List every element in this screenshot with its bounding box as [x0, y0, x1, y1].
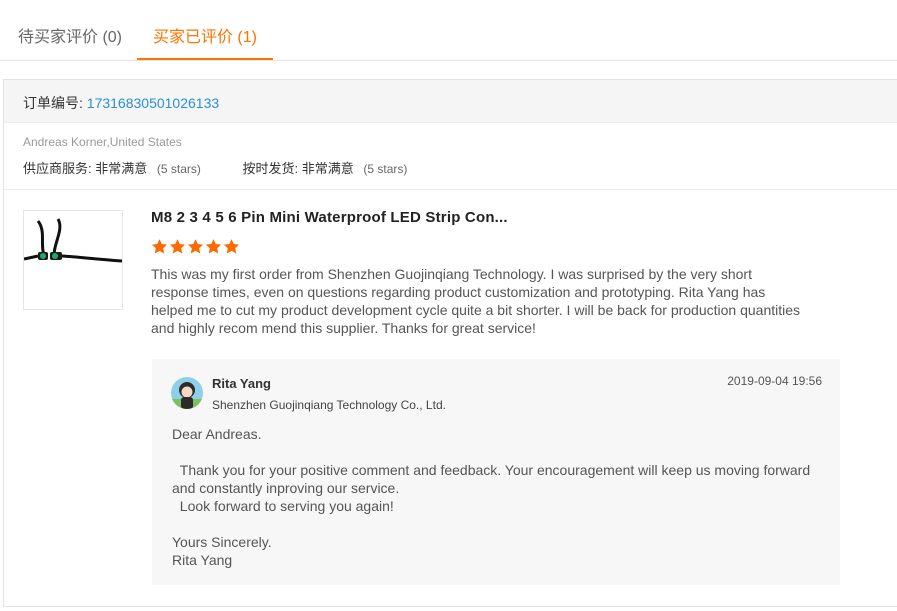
- rating-label: 供应商服务:: [23, 161, 92, 176]
- connector-cable-image: [23, 211, 123, 309]
- product-thumbnail[interactable]: [23, 210, 123, 310]
- rating-value: 非常满意: [95, 161, 148, 176]
- order-number-row: 订单编号: 17316830501026133: [23, 93, 219, 113]
- reply-line: Rita Yang: [172, 552, 233, 568]
- reply-timestamp: 2019-09-04 19:56: [727, 374, 822, 388]
- rating-label: 按时发货:: [242, 161, 299, 176]
- rating-stars-text: (5 stars): [156, 162, 201, 176]
- reply-line: Look forward to serving you again!: [172, 498, 394, 514]
- rating-on-time-delivery: 按时发货: 非常满意 (5 stars): [243, 158, 408, 177]
- buyer-name-location: Andreas Korner,United States: [23, 135, 182, 149]
- star-icon: [151, 239, 168, 254]
- star-icon: [223, 239, 240, 254]
- order-number-link[interactable]: 17316830501026133: [87, 95, 219, 111]
- rating-supplier-service: 供应商服务: 非常满意 (5 stars): [23, 158, 201, 177]
- divider: [4, 189, 897, 190]
- reply-line: Thank you for your positive comment and …: [172, 462, 815, 496]
- avatar: [171, 377, 203, 409]
- review-tabs: 待买家评价 (0) 买家已评价 (1): [0, 0, 897, 61]
- supplier-reply: Rita Yang Shenzhen Guojinqiang Technolog…: [152, 359, 840, 585]
- product-star-rating: [151, 238, 241, 258]
- product-title-link[interactable]: M8 2 3 4 5 6 Pin Mini Waterproof LED Str…: [151, 209, 508, 226]
- reply-line: [172, 443, 822, 461]
- reply-message: Dear Andreas. Thank you for your positiv…: [172, 425, 822, 569]
- supplier-ratings: 供应商服务: 非常满意 (5 stars) 按时发货: 非常满意 (5 star…: [23, 158, 445, 177]
- star-icon: [187, 239, 204, 254]
- tab-pending-reviews[interactable]: 待买家评价 (0): [18, 0, 122, 60]
- rating-value: 非常满意: [301, 161, 354, 176]
- buyer-review-text: This was my first order from Shenzhen Gu…: [151, 266, 801, 336]
- reply-line: Yours Sincerely.: [172, 534, 272, 550]
- rating-stars-text: (5 stars): [363, 162, 408, 176]
- order-number-label: 订单编号:: [23, 95, 83, 111]
- order-header: 订单编号: 17316830501026133: [4, 80, 897, 123]
- star-icon: [169, 239, 186, 254]
- tab-reviewed[interactable]: 买家已评价 (1): [137, 0, 273, 60]
- reply-company-name: Shenzhen Guojinqiang Technology Co., Ltd…: [212, 398, 446, 412]
- reply-author-name: Rita Yang: [212, 376, 272, 391]
- reply-line: Dear Andreas.: [172, 426, 262, 442]
- review-card: 订单编号: 17316830501026133 Andreas Korner,U…: [3, 79, 897, 607]
- reply-line: [172, 515, 822, 533]
- star-icon: [205, 239, 222, 254]
